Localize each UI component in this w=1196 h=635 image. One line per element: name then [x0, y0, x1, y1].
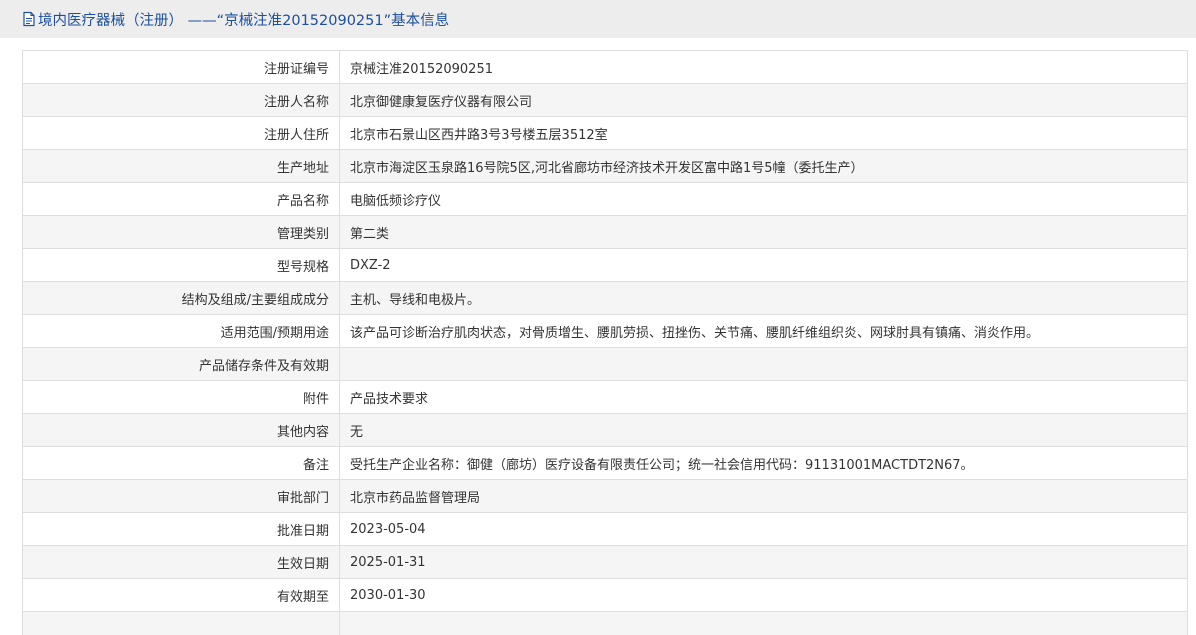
field-value: 主机、导线和电极片。 [339, 281, 1188, 315]
field-value: 2030-01-30 [339, 578, 1188, 612]
field-label: 生效日期 [22, 545, 340, 579]
field-label: 适用范围/预期用途 [22, 314, 340, 348]
field-label: 其他内容 [22, 413, 340, 447]
field-label: 注册证编号 [22, 50, 340, 84]
field-value: DXZ-2 [339, 248, 1188, 282]
table-row: 批准日期 2023-05-04 [22, 512, 1188, 546]
field-value: 产品技术要求 [339, 380, 1188, 414]
field-value: 该产品可诊断治疗肌肉状态，对骨质增生、腰肌劳损、扭挫伤、关节痛、腰肌纤维组织炎、… [339, 314, 1188, 348]
field-value: 京械注准20152090251 [339, 50, 1188, 84]
table-row: 注册人住所 北京市石景山区西井路3号3号楼五层3512室 [22, 116, 1188, 150]
table-row: 生效日期 2025-01-31 [22, 545, 1188, 579]
table-row: 审批部门 北京市药品监督管理局 [22, 479, 1188, 513]
table-row: 附件 产品技术要求 [22, 380, 1188, 414]
field-label: 有效期至 [22, 578, 340, 612]
table-row: 有效期至 2030-01-30 [22, 578, 1188, 612]
field-label: 产品储存条件及有效期 [22, 347, 340, 381]
field-value: 电脑低频诊疗仪 [339, 182, 1188, 216]
table-row: 注册人名称 北京御健康复医疗仪器有限公司 [22, 83, 1188, 117]
field-label: 附件 [22, 380, 340, 414]
table-row: 注册证编号 京械注准20152090251 [22, 50, 1188, 84]
field-value: 北京御健康复医疗仪器有限公司 [339, 83, 1188, 117]
field-label: 结构及组成/主要组成成分 [22, 281, 340, 315]
field-value: 2023-05-04 [339, 512, 1188, 546]
field-label: 注册人住所 [22, 116, 340, 150]
field-label: 管理类别 [22, 215, 340, 249]
field-value [339, 611, 1188, 635]
field-value: 第二类 [339, 215, 1188, 249]
field-value: 北京市石景山区西井路3号3号楼五层3512室 [339, 116, 1188, 150]
table-row: 其他内容无 [22, 413, 1188, 447]
table-row [22, 611, 1188, 635]
field-value [339, 347, 1188, 381]
table-row: 产品名称 电脑低频诊疗仪 [22, 182, 1188, 216]
field-value: 2025-01-31 [339, 545, 1188, 579]
table-row: 型号规格 DXZ-2 [22, 248, 1188, 282]
info-table: 注册证编号 京械注准20152090251 注册人名称 北京御健康复医疗仪器有限公司注… [22, 50, 1188, 635]
field-label: 产品名称 [22, 182, 340, 216]
field-value: 北京市海淀区玉泉路16号院5区,河北省廊坊市经济技术开发区富中路1号5幢（委托生… [339, 149, 1188, 183]
field-label: 生产地址 [22, 149, 340, 183]
table-row: 产品储存条件及有效期 [22, 347, 1188, 381]
field-label: 备注 [22, 446, 340, 480]
title-bar: 境内医疗器械（注册） ——“京械注准20152090251”基本信息 [0, 0, 1196, 38]
field-label: 批准日期 [22, 512, 340, 546]
page-title: 境内医疗器械（注册） ——“京械注准20152090251”基本信息 [38, 12, 450, 29]
field-label: 注册人名称 [22, 83, 340, 117]
field-value: 北京市药品监督管理局 [339, 479, 1188, 513]
table-row: 备注 受托生产企业名称：御健（廊坊）医疗设备有限责任公司；统一社会信用代码：911… [22, 446, 1188, 480]
field-value: 无 [339, 413, 1188, 447]
table-row: 生产地址 北京市海淀区玉泉路16号院5区,河北省廊坊市经济技术开发区富中路1号5幢… [22, 149, 1188, 183]
field-label [22, 611, 340, 635]
field-label: 型号规格 [22, 248, 340, 282]
table-row: 结构及组成/主要组成成分 主机、导线和电极片。 [22, 281, 1188, 315]
info-table-container: 注册证编号 京械注准20152090251 注册人名称 北京御健康复医疗仪器有限公司注… [22, 50, 1188, 635]
document-icon [22, 11, 36, 27]
field-label: 审批部门 [22, 479, 340, 513]
page: 境内医疗器械（注册） ——“京械注准20152090251”基本信息 注册证编号… [0, 0, 1196, 635]
table-row: 适用范围/预期用途 该产品可诊断治疗肌肉状态，对骨质增生、腰肌劳损、扭挫伤、关节痛… [22, 314, 1188, 348]
table-row: 管理类别 第二类 [22, 215, 1188, 249]
field-value: 受托生产企业名称：御健（廊坊）医疗设备有限责任公司；统一社会信用代码：91131… [339, 446, 1188, 480]
